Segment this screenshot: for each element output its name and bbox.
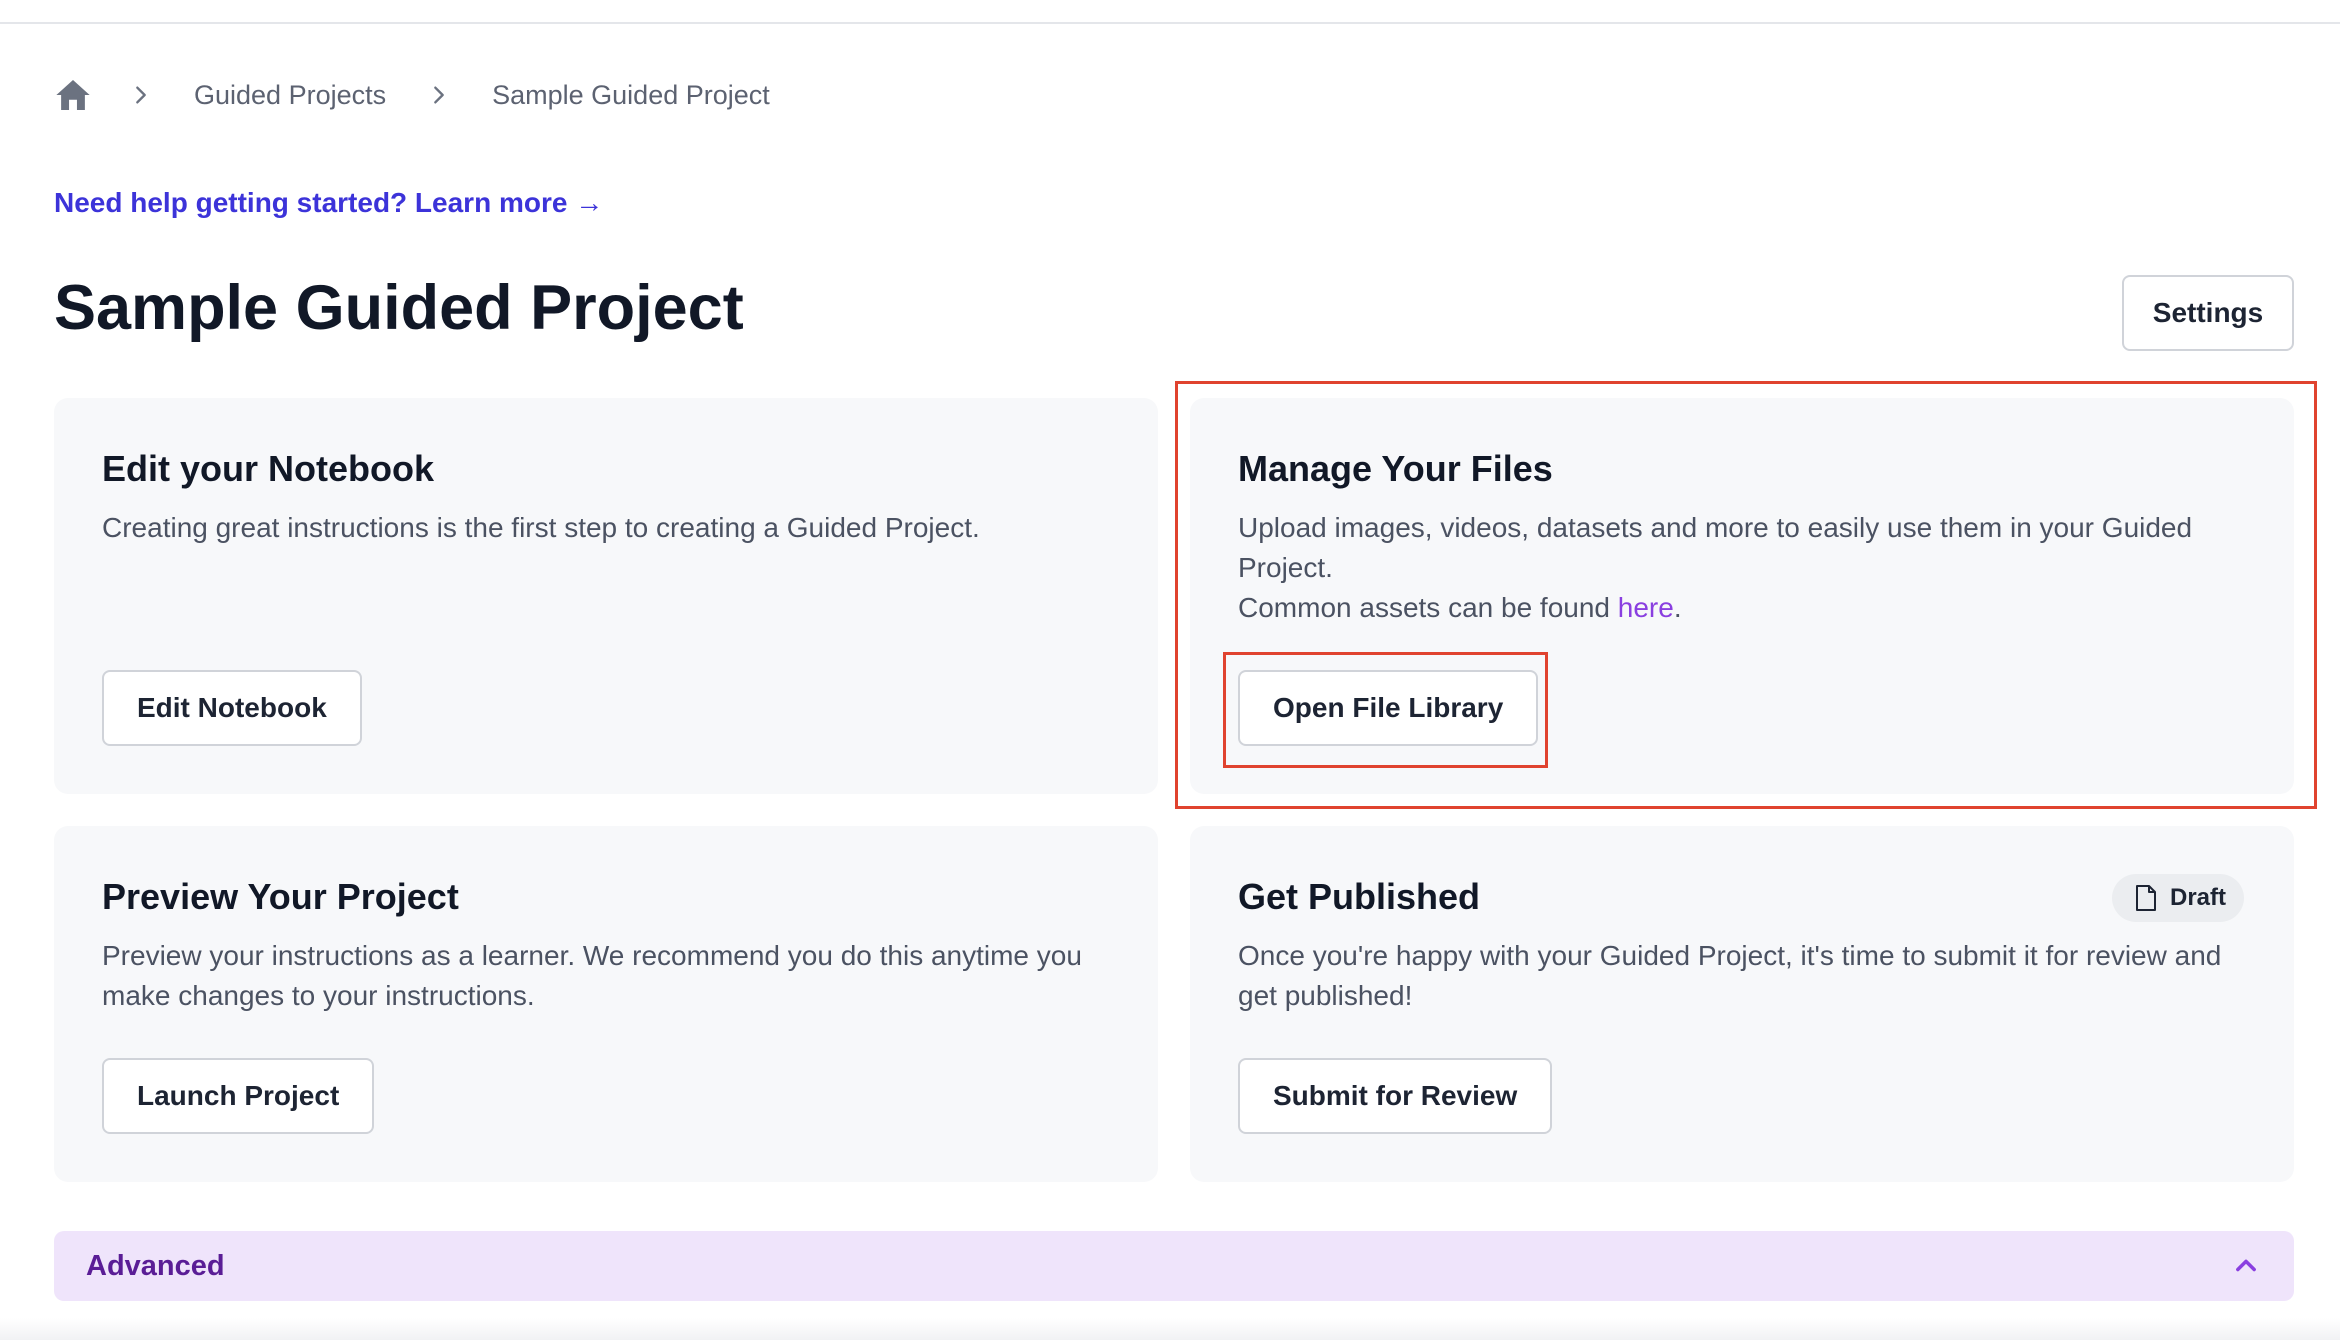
notebook-card-description: Creating great instructions is the first… [102,512,980,543]
notebook-card: Edit your Notebook Creating great instru… [54,398,1158,794]
launch-project-button[interactable]: Launch Project [102,1058,375,1134]
preview-card-description: Preview your instructions as a learner. … [102,940,1082,1011]
breadcrumb: Guided Projects Sample Guided Project [54,72,812,118]
bottom-edge [0,1318,2340,1340]
breadcrumb-item-current: Sample Guided Project [492,79,770,110]
preview-card: Preview Your Project Preview your instru… [54,826,1158,1182]
help-learn-more-link[interactable]: Need help getting started? Learn more → [54,187,603,219]
edit-notebook-button[interactable]: Edit Notebook [102,670,362,746]
submit-for-review-button[interactable]: Submit for Review [1238,1058,1553,1134]
notebook-card-title: Edit your Notebook [102,448,434,489]
open-file-library-highlight [1223,652,1548,768]
top-divider [0,0,2340,24]
chevron-up-icon[interactable] [2232,1252,2260,1280]
home-icon[interactable] [54,76,92,114]
status-badge: Draft [2112,874,2245,922]
page-title: Sample Guided Project [54,273,744,343]
status-badge-label: Draft [2170,884,2227,911]
breadcrumb-item-guided-projects[interactable]: Guided Projects [194,80,386,111]
document-icon [2134,884,2158,912]
publish-card-description: Once you're happy with your Guided Proje… [1238,940,2222,1011]
chevron-right-icon [428,84,450,106]
settings-button[interactable]: Settings [2122,275,2294,351]
publish-card: Get Published Draft Once you're happy wi… [1190,826,2294,1182]
advanced-accordion[interactable]: Advanced [54,1231,2294,1301]
preview-card-title: Preview Your Project [102,876,459,917]
advanced-label: Advanced [86,1249,225,1282]
chevron-right-icon [130,84,152,106]
publish-card-title: Get Published [1238,876,1481,917]
